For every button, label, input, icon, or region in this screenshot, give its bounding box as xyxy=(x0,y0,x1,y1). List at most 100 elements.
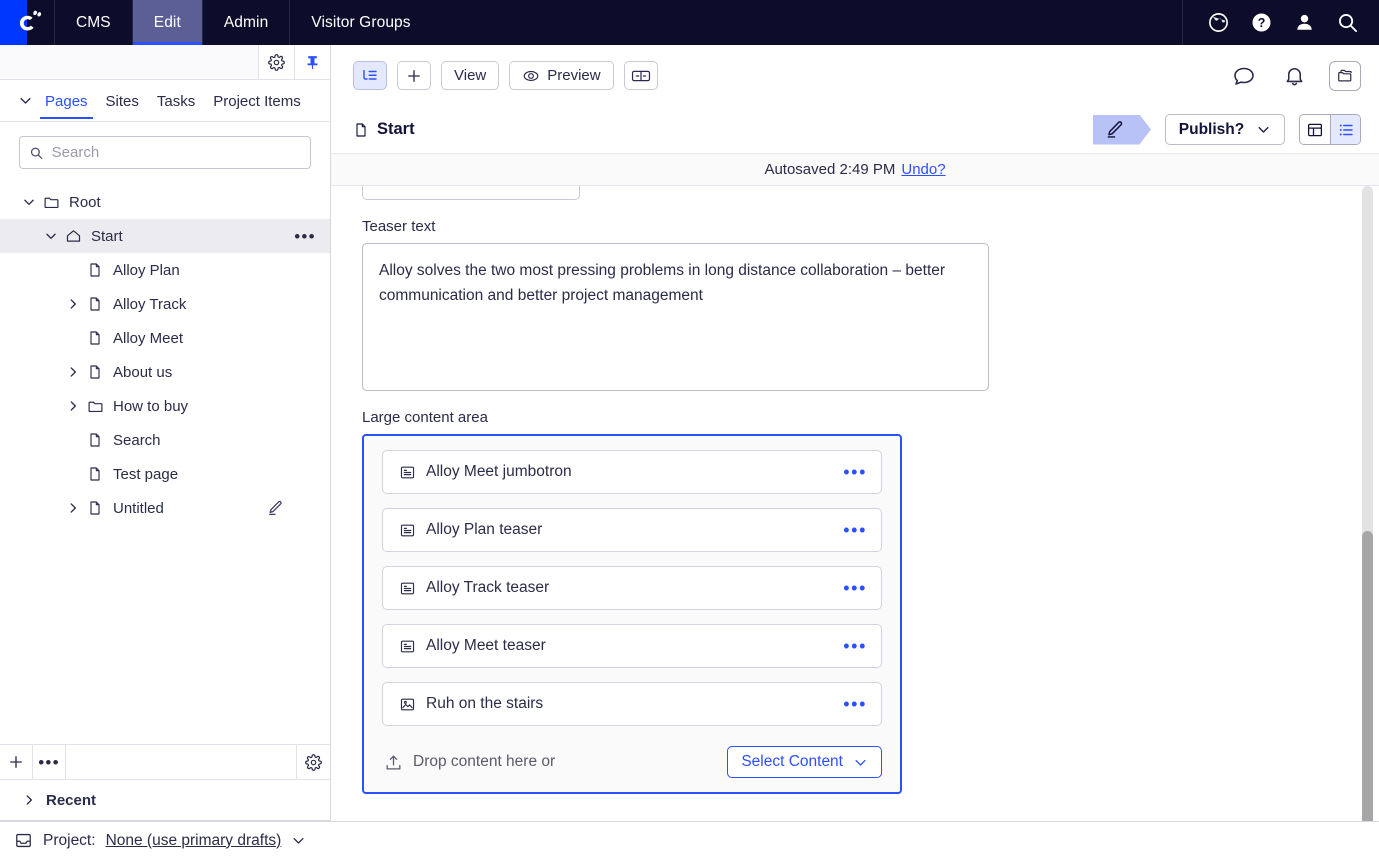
content-block-row[interactable]: Ruh on the stairs ••• xyxy=(382,682,882,726)
block-label: Alloy Meet jumbotron xyxy=(426,463,843,481)
sidebar-pin-button[interactable] xyxy=(294,45,330,79)
page-tree: Root Start ••• xyxy=(0,179,330,744)
block-context-menu-button[interactable]: ••• xyxy=(843,521,867,539)
nav-tab-visitor-groups[interactable]: Visitor Groups xyxy=(289,0,431,45)
sidebar-settings-button[interactable] xyxy=(258,45,294,79)
page-icon xyxy=(84,330,106,346)
content-block-row[interactable]: Alloy Plan teaser ••• xyxy=(382,508,882,552)
comment-icon xyxy=(1232,64,1256,88)
project-inbox-icon xyxy=(14,831,33,850)
project-label: Project: xyxy=(43,832,96,850)
add-content-button[interactable] xyxy=(397,61,431,90)
search-icon[interactable] xyxy=(1336,11,1359,34)
select-content-button[interactable]: Select Content xyxy=(727,746,882,778)
nav-tab-edit[interactable]: Edit xyxy=(132,0,202,45)
recent-section-header[interactable]: Recent xyxy=(0,780,330,821)
panel-view-button[interactable] xyxy=(1300,115,1330,144)
tree-item-label: Alloy Plan xyxy=(113,262,318,279)
edit-mode-tag[interactable] xyxy=(1093,115,1151,145)
teaser-text-input[interactable]: Alloy solves the two most pressing probl… xyxy=(362,243,989,391)
view-button[interactable]: View xyxy=(441,61,499,90)
tree-item-alloy-meet[interactable]: Alloy Meet xyxy=(0,321,330,355)
nav-tab-label: Admin xyxy=(224,14,268,32)
tree-item-context-menu-button[interactable]: ••• xyxy=(292,228,318,245)
help-icon[interactable]: ? xyxy=(1250,11,1273,34)
tree-item-edit-button[interactable] xyxy=(262,499,288,517)
sidebar-bottom-toolbar: ••• xyxy=(0,744,330,780)
content-block-row[interactable]: Alloy Track teaser ••• xyxy=(382,566,882,610)
twisty-right-icon[interactable] xyxy=(62,297,84,311)
name-field-cutoff[interactable] xyxy=(362,186,580,200)
preview-label: Preview xyxy=(547,67,600,84)
projects-icon xyxy=(1336,67,1355,85)
scrollbar-thumb[interactable] xyxy=(1362,531,1373,821)
content-scrollbar[interactable] xyxy=(1362,186,1373,821)
add-page-button[interactable] xyxy=(0,745,33,779)
tree-item-label: How to buy xyxy=(113,398,318,415)
gear-icon xyxy=(305,754,322,771)
chevron-down-icon xyxy=(1256,122,1271,137)
app-body: Pages Sites Tasks Project Items xyxy=(0,45,1379,821)
chevron-down-icon[interactable] xyxy=(291,833,306,848)
tree-item-how-to-buy[interactable]: How to buy xyxy=(0,389,330,423)
sidebar-tree-settings-button[interactable] xyxy=(297,745,330,779)
project-footer: Project: None (use primary drafts) xyxy=(0,821,1379,859)
tab-project-items[interactable]: Project Items xyxy=(204,83,310,119)
page-icon xyxy=(84,296,106,312)
sidebar-toolbar-spacer xyxy=(66,745,297,779)
search-field-wrapper[interactable] xyxy=(19,136,311,169)
app-root: CMS Edit Admin Visitor Groups ? xyxy=(0,0,1379,859)
twisty-down-icon[interactable] xyxy=(18,195,40,209)
list-view-button[interactable] xyxy=(1330,115,1360,144)
publish-label: Publish? xyxy=(1179,121,1244,139)
content-block-row[interactable]: Alloy Meet teaser ••• xyxy=(382,624,882,668)
compare-versions-button[interactable] xyxy=(624,61,658,90)
globe-icon[interactable] xyxy=(1207,11,1230,34)
publish-button[interactable]: Publish? xyxy=(1165,114,1285,145)
block-context-menu-button[interactable]: ••• xyxy=(843,579,867,597)
nav-tab-admin[interactable]: Admin xyxy=(202,0,289,45)
nav-tab-cms[interactable]: CMS xyxy=(54,0,132,45)
global-nav: CMS Edit Admin Visitor Groups xyxy=(54,0,432,45)
undo-link[interactable]: Undo? xyxy=(901,161,945,178)
sidebar-collapse-chevron-down-icon[interactable] xyxy=(14,93,36,108)
block-context-menu-button[interactable]: ••• xyxy=(843,695,867,713)
block-icon xyxy=(397,638,417,655)
tree-item-untitled[interactable]: Untitled xyxy=(0,491,330,525)
twisty-right-icon[interactable] xyxy=(62,399,84,413)
global-header: CMS Edit Admin Visitor Groups ? xyxy=(0,0,1379,45)
tree-item-alloy-track[interactable]: Alloy Track xyxy=(0,287,330,321)
content-block-row[interactable]: Alloy Meet jumbotron ••• xyxy=(382,450,882,494)
nav-tab-label: Edit xyxy=(154,14,181,32)
twisty-right-icon[interactable] xyxy=(62,501,84,515)
tree-item-start[interactable]: Start ••• xyxy=(0,219,330,253)
twisty-down-icon[interactable] xyxy=(40,229,62,243)
tree-item-about-us[interactable]: About us xyxy=(0,355,330,389)
optimizely-logo[interactable] xyxy=(0,0,54,45)
tab-pages[interactable]: Pages xyxy=(36,83,97,119)
comments-button[interactable] xyxy=(1229,61,1259,91)
twisty-right-icon[interactable] xyxy=(62,365,84,379)
sidebar-more-button[interactable]: ••• xyxy=(33,745,66,779)
search-input[interactable] xyxy=(52,144,301,161)
user-icon[interactable] xyxy=(1293,11,1316,34)
block-context-menu-button[interactable]: ••• xyxy=(843,637,867,655)
page-icon xyxy=(84,500,106,516)
tab-tasks[interactable]: Tasks xyxy=(148,83,204,119)
svg-text:?: ? xyxy=(1258,16,1266,30)
tree-item-search[interactable]: Search xyxy=(0,423,330,457)
tree-item-label: Test page xyxy=(113,466,318,483)
project-value-link[interactable]: None (use primary drafts) xyxy=(106,832,282,850)
large-content-area-dropzone[interactable]: Alloy Meet jumbotron ••• Alloy Plan teas… xyxy=(362,434,902,794)
projects-button[interactable] xyxy=(1329,61,1361,91)
tree-item-root[interactable]: Root xyxy=(0,185,330,219)
tab-sites[interactable]: Sites xyxy=(97,83,148,119)
block-context-menu-button[interactable]: ••• xyxy=(843,463,867,481)
toggle-structure-button[interactable] xyxy=(353,61,387,90)
notifications-button[interactable] xyxy=(1279,61,1309,91)
tree-item-test-page[interactable]: Test page xyxy=(0,457,330,491)
page-icon xyxy=(84,466,106,482)
preview-button[interactable]: Preview xyxy=(509,61,613,90)
tree-item-alloy-plan[interactable]: Alloy Plan xyxy=(0,253,330,287)
drop-content-row: Drop content here or Select Content xyxy=(382,740,882,780)
